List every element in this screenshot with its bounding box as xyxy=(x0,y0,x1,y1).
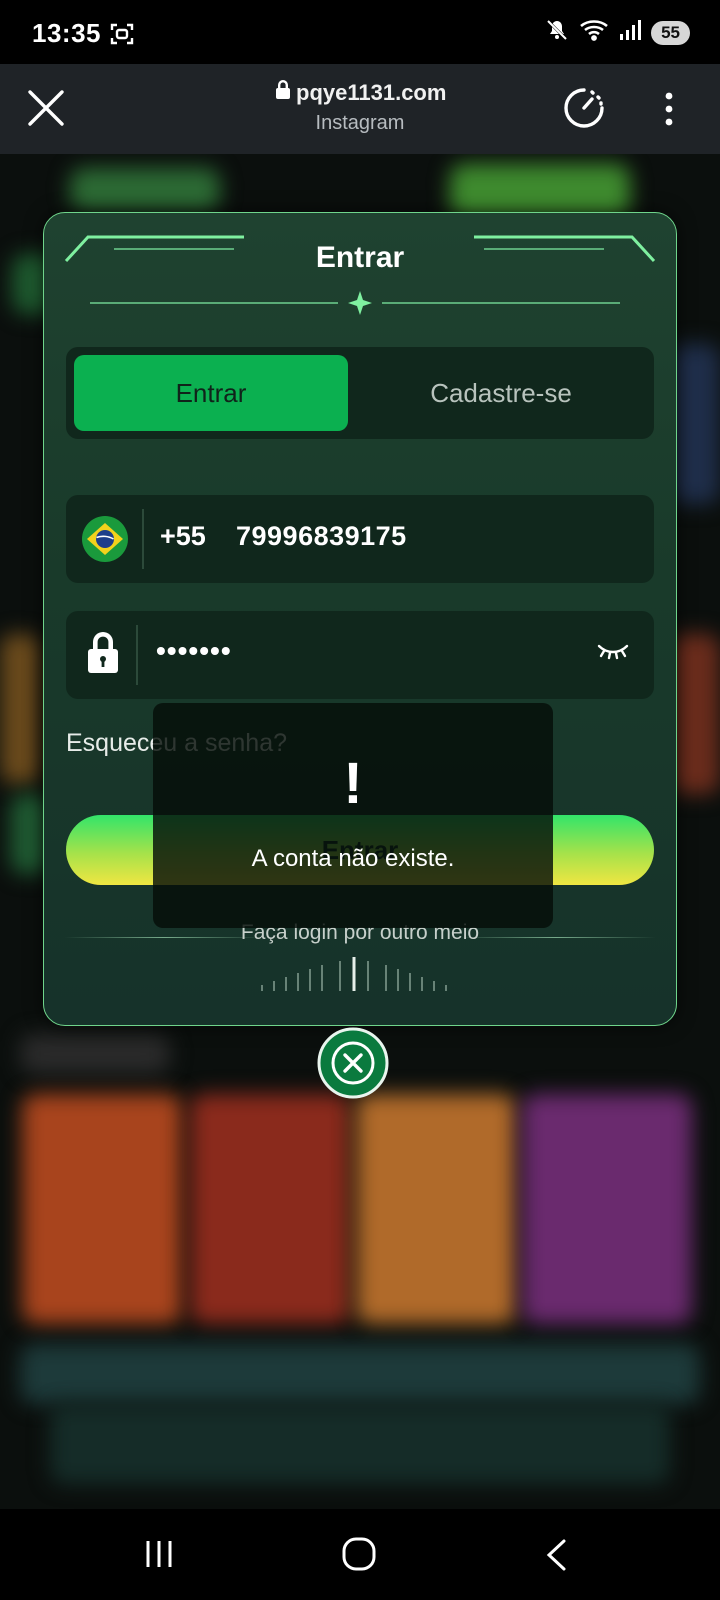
modal-title: Entrar xyxy=(315,241,405,274)
password-field[interactable]: ••••••• xyxy=(66,611,654,699)
toast-message: A conta não existe. xyxy=(251,845,455,872)
home-icon[interactable] xyxy=(341,1536,377,1577)
status-time: 13:35 xyxy=(32,18,101,48)
error-toast: ! A conta não existe. xyxy=(153,703,553,928)
recent-apps-icon[interactable] xyxy=(144,1539,174,1574)
battery-indicator: 55 xyxy=(651,20,690,45)
page-source-label: Instagram xyxy=(315,112,405,134)
page-url: pqye1131.com xyxy=(296,80,447,105)
scroll-indicator xyxy=(261,957,447,991)
phone-field[interactable]: +55 79996839175 xyxy=(66,495,654,583)
country-code[interactable]: +55 xyxy=(160,521,206,552)
more-options-icon[interactable] xyxy=(664,92,674,131)
lock-icon xyxy=(274,80,296,104)
field-divider xyxy=(142,509,144,569)
signal-icon xyxy=(619,18,642,47)
mute-icon xyxy=(545,18,569,47)
exclamation-icon: ! xyxy=(343,751,363,816)
auth-tabs: Entrar Cadastre-se xyxy=(66,347,654,439)
close-modal-button[interactable] xyxy=(317,1027,389,1104)
system-navigation-bar xyxy=(0,1509,720,1600)
wifi-icon xyxy=(579,18,609,47)
password-input[interactable]: ••••••• xyxy=(156,635,232,667)
field-divider xyxy=(136,625,138,685)
speedometer-icon[interactable] xyxy=(562,86,606,135)
eye-closed-icon[interactable] xyxy=(596,641,630,666)
screenshot-icon xyxy=(110,22,134,51)
brazil-flag-icon[interactable] xyxy=(82,516,128,567)
phone-number-input[interactable]: 79996839175 xyxy=(236,521,407,552)
tab-register[interactable]: Cadastre-se xyxy=(356,355,646,431)
lock-icon xyxy=(86,631,120,680)
tab-login[interactable]: Entrar xyxy=(74,355,348,431)
status-bar: 13:35 55 xyxy=(0,0,720,64)
url-area[interactable]: pqye1131.com Instagram xyxy=(0,80,720,135)
browser-toolbar: pqye1131.com Instagram xyxy=(0,64,720,154)
back-icon[interactable] xyxy=(544,1538,568,1577)
